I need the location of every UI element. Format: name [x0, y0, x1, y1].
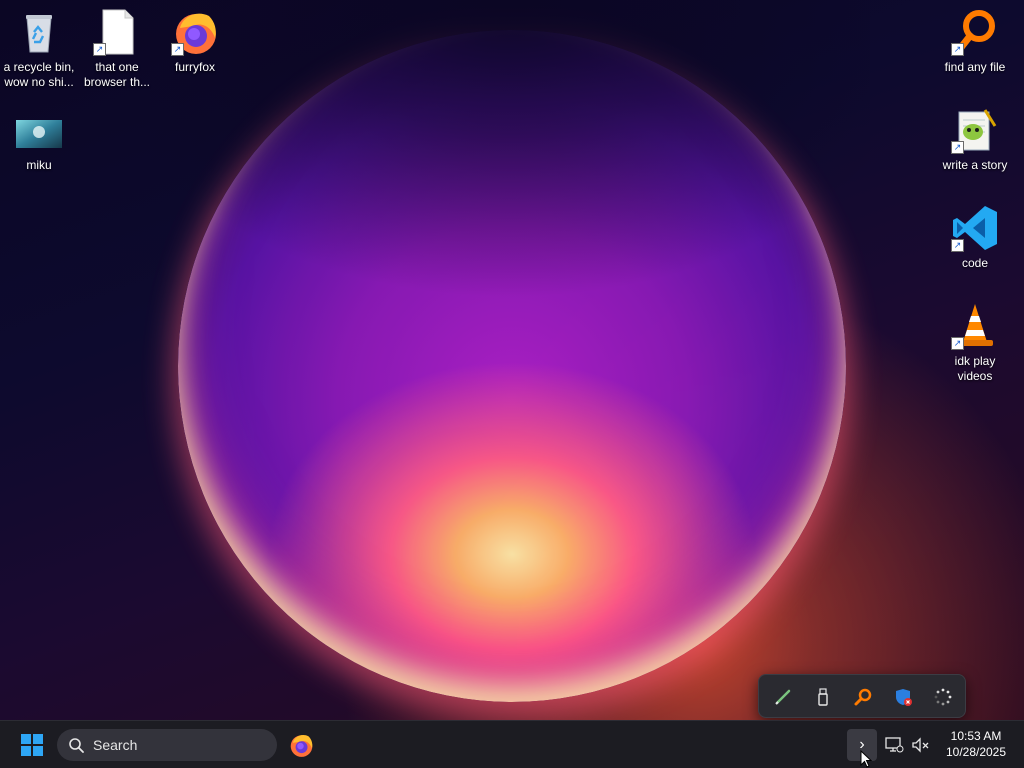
- shortcut-arrow-icon: ↗: [171, 43, 184, 56]
- notepad-plus-icon: ↗: [951, 106, 999, 154]
- firefox-icon: ↗: [171, 8, 219, 56]
- tray-overflow-flyout: [758, 674, 966, 718]
- clock-time: 10:53 AM: [950, 729, 1002, 743]
- desktop-icon-write-a-story[interactable]: ↗ write a story: [936, 106, 1014, 173]
- desktop-icon-miku[interactable]: miku: [0, 116, 78, 173]
- desktop-icon-code[interactable]: ↗ code: [936, 204, 1014, 271]
- clock-date: 10/28/2025: [945, 745, 1007, 759]
- shortcut-arrow-icon: ↗: [951, 337, 964, 350]
- search-input[interactable]: Search: [57, 729, 277, 761]
- pen-icon[interactable]: [773, 687, 793, 707]
- search-placeholder: Search: [93, 737, 138, 753]
- wallpaper-shade: [150, 0, 870, 330]
- search-tool-icon[interactable]: [853, 687, 873, 707]
- usb-drive-icon[interactable]: [813, 687, 833, 707]
- vlc-cone-icon: ↗: [951, 302, 999, 350]
- desktop: a recycle bin, wow no shi... ↗ that one …: [0, 0, 1024, 720]
- volume-muted-icon[interactable]: [910, 735, 930, 755]
- shortcut-arrow-icon: ↗: [93, 43, 106, 56]
- desktop-icon-find-any-file[interactable]: ↗ find any file: [936, 8, 1014, 75]
- shortcut-arrow-icon: ↗: [951, 141, 964, 154]
- magnifier-icon: ↗: [951, 8, 999, 56]
- image-thumbnail-icon: [15, 116, 63, 152]
- firefox-icon: [290, 735, 313, 757]
- shortcut-arrow-icon: ↗: [951, 43, 964, 56]
- desktop-icon-furryfox[interactable]: ↗ furryfox: [156, 8, 234, 75]
- defender-shield-icon[interactable]: [893, 687, 913, 707]
- windows-logo-icon: [21, 734, 43, 756]
- recycle-bin-icon: [15, 8, 63, 56]
- start-button[interactable]: [14, 729, 50, 761]
- desktop-icon-idk-play-videos[interactable]: ↗ idk play videos: [936, 302, 1014, 384]
- vscode-icon: ↗: [951, 204, 999, 252]
- search-icon: [69, 738, 84, 753]
- mouse-cursor-icon: [860, 750, 872, 768]
- desktop-icon-that-one-browser[interactable]: ↗ that one browser th...: [78, 8, 156, 90]
- clock[interactable]: 10:53 AM 10/28/2025: [936, 728, 1016, 762]
- loading-spinner-icon[interactable]: [933, 687, 953, 707]
- shortcut-arrow-icon: ↗: [951, 239, 964, 252]
- network-icon[interactable]: [884, 735, 904, 755]
- blank-file-icon: ↗: [93, 8, 141, 56]
- desktop-icon-recycle-bin[interactable]: a recycle bin, wow no shi...: [0, 8, 78, 90]
- taskbar-firefox-button[interactable]: [284, 729, 318, 761]
